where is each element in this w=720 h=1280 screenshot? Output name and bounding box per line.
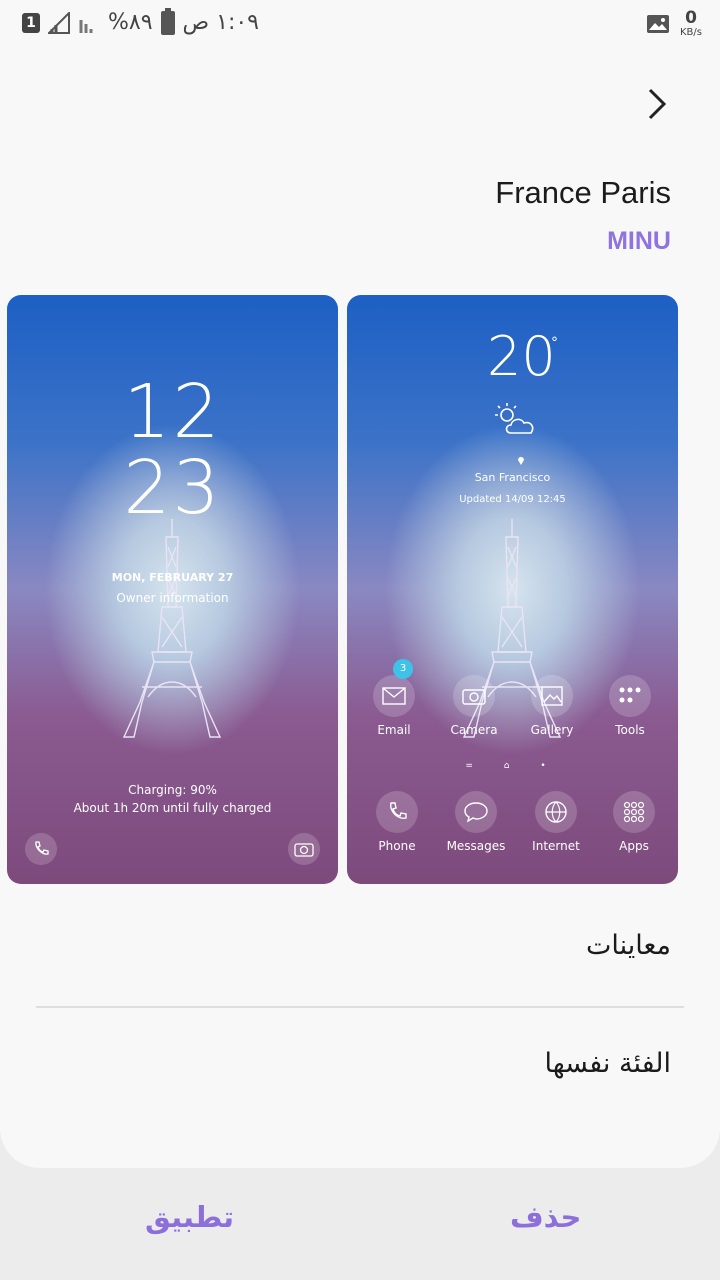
apply-button[interactable]: تطبيق	[145, 1200, 234, 1234]
app-tools: Tools	[595, 675, 665, 737]
section-previews[interactable]: معاينات	[586, 930, 671, 961]
degree-symbol: °	[551, 335, 558, 351]
status-bar: 1 %٨٩ ١:٠٩ ص 0 KB/s	[0, 0, 720, 50]
owner-info: Owner information	[116, 591, 229, 605]
app-label: Gallery	[530, 723, 574, 737]
app-label: Messages	[446, 839, 506, 853]
divider	[36, 1006, 684, 1008]
lock-date: MON, FEBRUARY 27	[111, 571, 234, 584]
theme-title: France Paris	[495, 175, 671, 210]
delete-button[interactable]: حذف	[510, 1200, 581, 1234]
app-label: Camera	[450, 723, 498, 737]
eiffel-tower-icon	[122, 519, 222, 738]
globe-icon	[545, 801, 567, 823]
app-label: Email	[377, 723, 411, 737]
messages-icon	[464, 802, 488, 823]
battery-percent: %٨٩	[108, 10, 153, 35]
camera-icon	[294, 843, 314, 857]
clock: ١:٠٩ ص	[182, 10, 260, 35]
page-indicator: = ⌂ •	[465, 761, 560, 771]
network-speed: 0 KB/s	[680, 8, 702, 39]
phone-icon	[35, 841, 49, 855]
email-icon	[382, 687, 406, 705]
app-label: Apps	[619, 839, 649, 853]
gallery-icon	[541, 686, 563, 706]
sim-icon: 1	[22, 12, 40, 33]
status-right: 0 KB/s	[646, 10, 702, 38]
camera-icon	[462, 689, 486, 705]
chevron-right-icon[interactable]	[642, 84, 672, 124]
status-left: 1 %٨٩ ١:٠٩ ص	[22, 7, 260, 35]
image-notification-icon	[647, 15, 669, 33]
app-label: Phone	[378, 839, 416, 853]
app-label: Internet	[532, 839, 580, 853]
charging-status: Charging: 90%	[128, 783, 217, 797]
app-apps: Apps	[599, 791, 669, 853]
partly-cloudy-icon	[495, 403, 534, 434]
app-phone: Phone	[362, 791, 432, 853]
phone-icon	[390, 802, 407, 819]
tools-folder-icon	[619, 687, 641, 703]
weather-temperature: 20	[487, 325, 556, 388]
theme-detail-card: 1 %٨٩ ١:٠٩ ص 0 KB/s France Paris MINU 12…	[0, 0, 720, 1168]
battery-icon	[160, 7, 175, 35]
lock-minute: 23	[123, 445, 222, 531]
charging-time: About 1h 20m until fully charged	[73, 801, 272, 815]
section-same-category[interactable]: الفئة نفسها	[544, 1048, 671, 1079]
location-pin-icon	[518, 457, 524, 465]
app-label: Tools	[615, 723, 645, 737]
theme-author[interactable]: MINU	[607, 227, 671, 256]
weather-updated: Updated 14/09 12:45	[459, 494, 566, 505]
camera-shortcut	[288, 833, 320, 865]
app-internet: Internet	[521, 791, 591, 853]
weather-city: San Francisco	[474, 471, 551, 484]
home-screen-preview[interactable]: 20 ° San Francisco Updated 14/09 12:45 3…	[347, 295, 678, 884]
app-email: 3 Email	[359, 659, 429, 737]
app-messages: Messages	[441, 791, 511, 853]
phone-shortcut	[25, 833, 57, 865]
lock-screen-preview[interactable]: 12 23 MON, FEBRUARY 27 Owner information…	[7, 295, 338, 884]
signal-icon	[48, 11, 70, 34]
apps-grid-icon	[623, 801, 645, 823]
lock-hour: 12	[123, 369, 222, 455]
app-gallery: Gallery	[517, 675, 587, 737]
signal-icon-2	[79, 19, 93, 33]
email-badge: 3	[393, 659, 413, 679]
app-camera: Camera	[439, 675, 509, 737]
